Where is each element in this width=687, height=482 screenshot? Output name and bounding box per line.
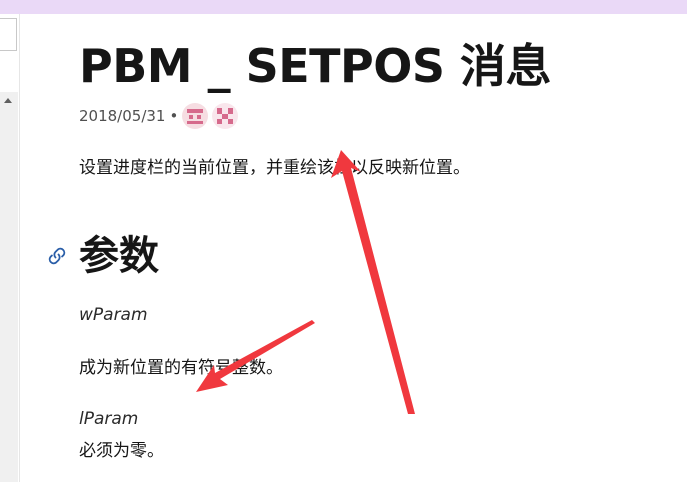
contributor-avatar[interactable]: [212, 103, 239, 129]
param-desc-wparam: 成为新位置的有符号整数。: [79, 358, 283, 378]
page-title: PBM _ SETPOS 消息: [79, 39, 551, 93]
section-heading-parameters: 参数: [79, 233, 159, 279]
toc-scrollbar[interactable]: [0, 92, 18, 482]
anchor-link-icon[interactable]: [45, 244, 69, 268]
param-name-lparam: lParam: [79, 409, 139, 429]
pane-divider: [19, 14, 20, 482]
browser-top-bar: [0, 0, 687, 14]
meta-separator: •: [169, 107, 179, 125]
article-metadata: 2018/05/31 •: [79, 103, 242, 129]
parameters-heading-row: 参数: [45, 228, 159, 284]
publish-date: 2018/05/31: [79, 107, 166, 125]
contributor-avatar[interactable]: [182, 103, 209, 129]
red-arrow-up-annotation: [331, 150, 415, 414]
summary-text: 设置进度栏的当前位置，并重绘该栏以反映新位置。: [79, 158, 470, 178]
param-name-wparam: wParam: [79, 305, 148, 325]
filter-input[interactable]: [0, 18, 17, 51]
param-desc-lparam: 必须为零。: [79, 441, 164, 461]
scroll-up-arrow-icon[interactable]: [4, 98, 12, 103]
